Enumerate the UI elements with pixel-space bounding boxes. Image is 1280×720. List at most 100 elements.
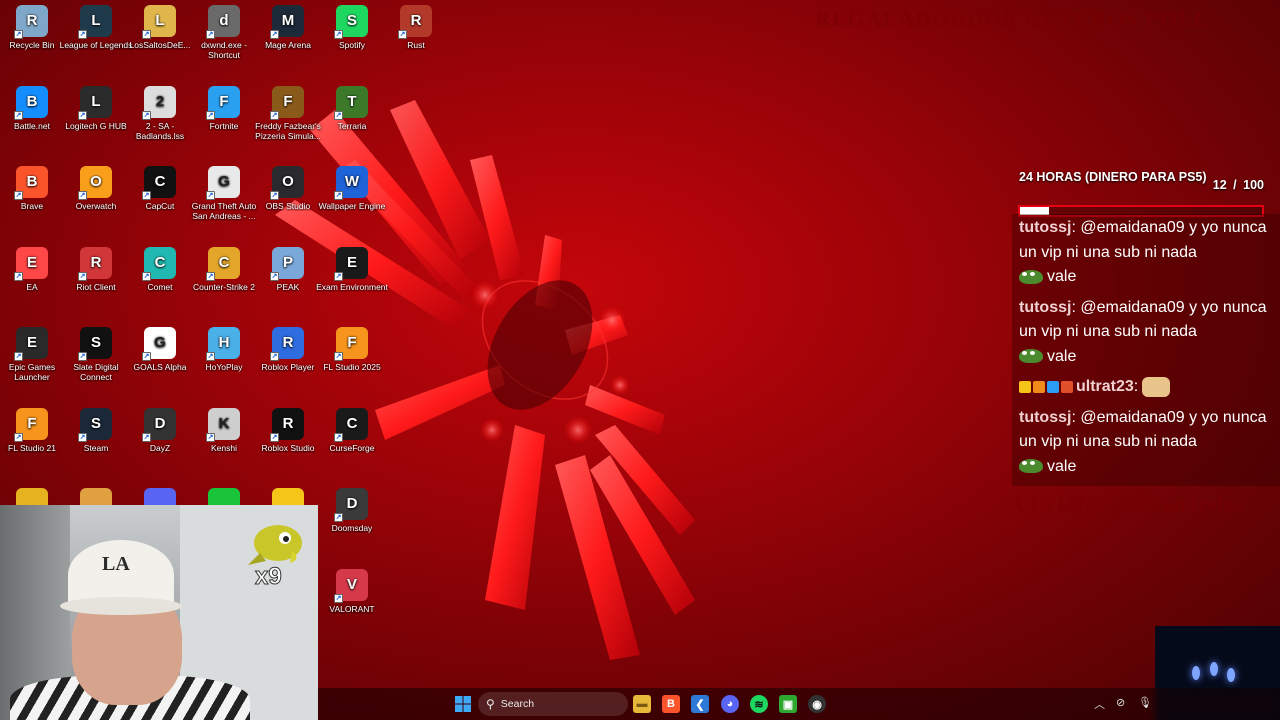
file-explorer-icon[interactable]: ▬ <box>633 695 651 713</box>
desktop-shortcut-label: Rust <box>407 40 425 50</box>
windows-start-icon[interactable] <box>454 695 472 713</box>
shortcut-arrow-icon: ↗ <box>334 191 343 200</box>
curseforge-icon: C ↗ <box>334 408 368 442</box>
desktop-shortcut[interactable]: 2 ↗ 2 - SA - Badlands.lss <box>123 86 197 141</box>
riot-icon: R ↗ <box>78 247 112 281</box>
desktop-shortcut[interactable]: K ↗ Kenshi <box>187 408 261 453</box>
shortcut-arrow-icon: ↗ <box>270 111 279 120</box>
camera-light <box>1210 662 1218 676</box>
app-icon[interactable]: ▣ <box>779 695 797 713</box>
desktop-shortcut[interactable]: L ↗ LosSaltosDeE... <box>123 5 197 50</box>
shortcut-arrow-icon: ↗ <box>334 272 343 281</box>
desktop-shortcut[interactable]: S ↗ Steam <box>59 408 133 453</box>
desktop-shortcut-label: Doomsday <box>331 523 373 533</box>
desktop-shortcut-label: HoYoPlay <box>205 362 243 372</box>
comet-icon: C ↗ <box>142 247 176 281</box>
desktop-shortcut-label: OBS Studio <box>265 201 311 211</box>
desktop-shortcut[interactable]: R ↗ Riot Client <box>59 247 133 292</box>
desktop-shortcut[interactable]: H ↗ HoYoPlay <box>187 327 261 372</box>
shortcut-arrow-icon: ↗ <box>14 30 23 39</box>
cap-logo: LA <box>102 553 130 575</box>
desktop-shortcut[interactable]: C ↗ Counter-Strike 2 <box>187 247 261 292</box>
desktop-shortcut[interactable]: W ↗ Wallpaper Engine <box>315 166 389 211</box>
desktop-shortcut[interactable]: D ↗ Doomsday <box>315 488 389 533</box>
alert-multiplier: x9 <box>255 563 283 591</box>
desktop-shortcut[interactable]: C ↗ Comet <box>123 247 197 292</box>
desktop-shortcut[interactable]: C ↗ CapCut <box>123 166 197 211</box>
desktop-shortcut[interactable]: E ↗ Exam Environment <box>315 247 389 292</box>
desktop-shortcut[interactable]: G ↗ Grand Theft Auto San Andreas - ... <box>187 166 261 221</box>
shortcut-arrow-icon: ↗ <box>78 352 87 361</box>
desktop-shortcut[interactable]: L ↗ League of Legends <box>59 5 133 50</box>
shortcut-arrow-icon: ↗ <box>206 111 215 120</box>
desktop-shortcut[interactable]: V ↗ VALORANT <box>315 569 389 614</box>
desktop-shortcut[interactable]: R ↗ Rust <box>379 5 453 50</box>
cat-emote-icon <box>1142 376 1171 397</box>
desktop-shortcut-label: dxwnd.exe - Shortcut <box>201 40 247 60</box>
desktop-shortcut[interactable]: D ↗ DayZ <box>123 408 197 453</box>
badge-icon <box>1047 380 1059 393</box>
goals-icon: G ↗ <box>142 327 176 361</box>
dxwnd-icon: d ↗ <box>206 5 240 39</box>
desktop-shortcut[interactable]: G ↗ GOALS Alpha <box>123 327 197 372</box>
roblox-studio-icon: R ↗ <box>270 408 304 442</box>
obs-icon[interactable]: ◉ <box>808 695 826 713</box>
desktop-shortcut-label: 2 - SA - Badlands.lss <box>135 121 185 141</box>
discord-icon[interactable]: ◕ <box>721 695 739 713</box>
goal-target: 100 <box>1243 178 1264 192</box>
shortcut-arrow-icon: ↗ <box>270 272 279 281</box>
desktop-shortcut-label: League of Legends <box>59 40 133 50</box>
kenshi-icon: K ↗ <box>206 408 240 442</box>
shortcut-arrow-icon: ↗ <box>334 111 343 120</box>
shortcut-arrow-icon: ↗ <box>142 272 151 281</box>
desktop-shortcut[interactable]: L ↗ Logitech G HUB <box>59 86 133 131</box>
desktop-shortcut[interactable]: F ↗ Fortnite <box>187 86 261 131</box>
desktop-shortcut[interactable]: O ↗ Overwatch <box>59 166 133 211</box>
shortcut-arrow-icon: ↗ <box>270 433 279 442</box>
brave-icon: B ↗ <box>14 166 48 200</box>
desktop-shortcut[interactable]: F ↗ FL Studio 2025 <box>315 327 389 372</box>
goal-separator: / <box>1233 178 1237 192</box>
brave-icon[interactable]: B <box>662 695 680 713</box>
desktop-shortcut-label: Slate Digital Connect <box>73 362 119 382</box>
exam-icon: E ↗ <box>334 247 368 281</box>
league-of-legends-icon: L ↗ <box>78 5 112 39</box>
desktop-shortcut[interactable]: R ↗ Roblox Player <box>251 327 325 372</box>
desktop-shortcut[interactable]: T ↗ Terraria <box>315 86 389 131</box>
mage-arena-icon: M ↗ <box>270 5 304 39</box>
gta-icon: G ↗ <box>206 166 240 200</box>
desktop-shortcut[interactable]: C ↗ CurseForge <box>315 408 389 453</box>
desktop-shortcut[interactable]: d ↗ dxwnd.exe - Shortcut <box>187 5 261 60</box>
vscode-icon[interactable]: ❮ <box>691 695 709 713</box>
shortcut-arrow-icon: ↗ <box>270 352 279 361</box>
desktop-shortcut[interactable]: M ↗ Mage Arena <box>251 5 325 50</box>
epic-games-icon: E ↗ <box>14 327 48 361</box>
chevron-up-icon[interactable]: ︿ <box>1094 696 1105 712</box>
document-icon: 2 ↗ <box>142 86 176 120</box>
steam-icon: S ↗ <box>78 408 112 442</box>
chat-message: tutossj: @emaidana09 y yo nunca un vip n… <box>1012 214 1280 294</box>
dayz-icon: D ↗ <box>142 408 176 442</box>
webcam-person-cap-brim <box>60 597 182 615</box>
desktop-shortcut-label: DayZ <box>149 443 171 453</box>
desktop-shortcut-label: PEAK <box>276 282 300 292</box>
taskbar-search[interactable]: ⚲ Search <box>478 692 628 716</box>
spotify-icon[interactable]: ≋ <box>750 695 768 713</box>
desktop-shortcut-label: Overwatch <box>75 201 117 211</box>
shortcut-arrow-icon: ↗ <box>142 433 151 442</box>
shortcut-arrow-icon: ↗ <box>334 594 343 603</box>
desktop-shortcut[interactable]: S ↗ Spotify <box>315 5 389 50</box>
desktop-shortcut[interactable]: R ↗ Roblox Studio <box>251 408 325 453</box>
desktop-shortcut[interactable]: P ↗ PEAK <box>251 247 325 292</box>
desktop-shortcut[interactable]: O ↗ OBS Studio <box>251 166 325 211</box>
network-off-icon[interactable]: ⊘ <box>1116 696 1125 709</box>
desktop-shortcut[interactable]: F ↗ Freddy Fazbear's Pizzeria Simula... <box>251 86 325 141</box>
desktop-shortcut-label: Logitech G HUB <box>65 121 127 131</box>
shortcut-arrow-icon: ↗ <box>334 433 343 442</box>
webcam-feed: LA x9 <box>0 505 318 720</box>
desktop-shortcut[interactable]: S ↗ Slate Digital Connect <box>59 327 133 382</box>
doomsday-icon: D ↗ <box>334 488 368 522</box>
microphone-icon[interactable]: 🎙︎ <box>1138 696 1152 709</box>
terraria-icon: T ↗ <box>334 86 368 120</box>
shortcut-arrow-icon: ↗ <box>270 30 279 39</box>
